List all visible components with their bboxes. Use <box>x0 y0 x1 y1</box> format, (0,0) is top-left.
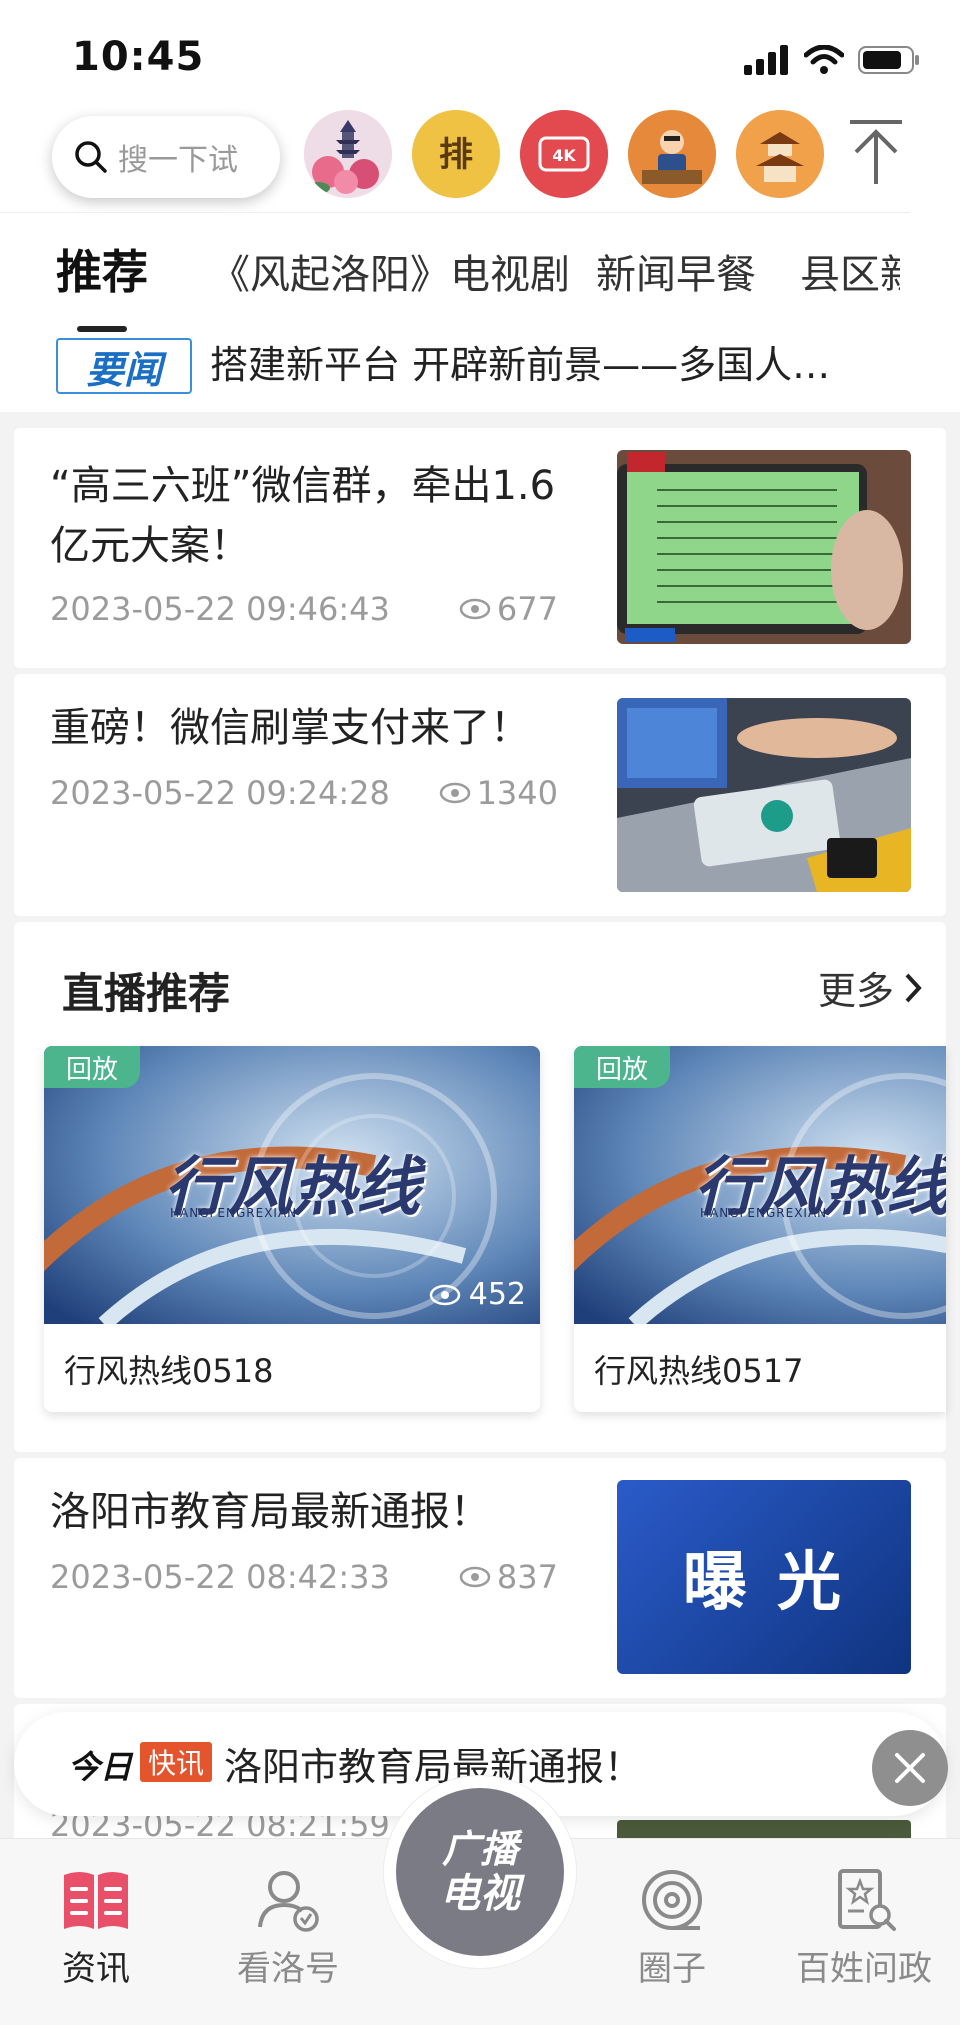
eye-icon <box>459 598 491 620</box>
live-thumb-subtitle: HANGFENGREXIAN <box>170 1206 298 1220</box>
news-thumbnail: 曝 光 <box>617 1480 911 1674</box>
search-box[interactable]: 搜一下试 <box>52 116 280 198</box>
news-title: 洛阳市教育局最新通报！ <box>50 1489 490 1535</box>
arrow-up-icon <box>850 120 902 184</box>
nav-public-affairs[interactable]: 百姓问政 <box>784 1867 944 1990</box>
nav-news[interactable]: 资讯 <box>16 1867 176 1990</box>
shortcut-pagoda[interactable] <box>304 110 392 198</box>
news-title: “高三六班”微信群，牵出1.6亿元大案！ <box>50 463 556 569</box>
header-divider <box>0 212 910 213</box>
eye-icon <box>439 782 470 804</box>
news-views: 837 <box>459 1558 558 1596</box>
status-time: 10:45 <box>72 34 205 80</box>
news-title: 重磅！微信刷掌支付来了！ <box>50 705 530 751</box>
shortcut-4k[interactable]: 4K <box>520 110 608 198</box>
live-card-title: 行风热线0518 <box>64 1352 274 1390</box>
radio-tv-line2: 电视 <box>440 1871 520 1917</box>
search-icon <box>75 141 107 173</box>
tab-fengqi-luoyang[interactable]: 《风起洛阳》电视剧 <box>210 242 570 300</box>
collapse-button[interactable] <box>846 118 906 188</box>
paihao-icon: 排 <box>412 110 500 198</box>
book-icon <box>64 1872 128 1929</box>
nav-circle-label: 圈子 <box>638 1949 706 1989</box>
live-section: 直播推荐 更多 行风热线 HANGFENGREXIAN 回放 452 行风热线0… <box>14 922 946 1452</box>
nav-kanluohao-label: 看洛号 <box>237 1949 339 1989</box>
news-thumb-text: 曝 光 <box>682 1546 846 1620</box>
search-placeholder: 搜一下试 <box>118 143 238 178</box>
news-thumbnail <box>617 450 911 644</box>
news-card[interactable]: “高三六班”微信群，牵出1.6亿元大案！ 2023-05-22 09:46:43… <box>14 428 946 668</box>
news-time: 2023-05-22 08:42:33 <box>50 1558 390 1596</box>
news-views: 1340 <box>439 774 558 812</box>
live-card[interactable]: 行风热线 HANGFENGREXIAN 回放 行风热线0517 <box>574 1046 946 1412</box>
nav-public-affairs-label: 百姓问政 <box>796 1949 932 1989</box>
news-card[interactable]: 洛阳市教育局最新通报！ 2023-05-22 08:42:33 837 曝 光 <box>14 1458 946 1698</box>
news-thumbnail <box>617 1820 911 1840</box>
battery-icon <box>858 46 919 74</box>
headline-badge: 要闻 <box>56 338 192 394</box>
shortcut-paihao[interactable]: 排 <box>412 110 500 198</box>
replay-tag: 回放 <box>44 1046 140 1088</box>
nav-news-label: 资讯 <box>62 1949 130 1989</box>
4k-icon: 4K <box>520 110 608 198</box>
live-thumbnail: 行风热线 HANGFENGREXIAN 回放 452 <box>44 1046 540 1324</box>
news-views: 677 <box>459 590 558 628</box>
live-more-label: 更多 <box>817 969 894 1013</box>
live-more-button[interactable]: 更多 <box>818 960 922 1015</box>
header: 10:45 搜一下试 排 4K 推荐 《风起洛阳》电视剧 新闻早餐 县区 要闻 … <box>0 0 960 412</box>
radio-tv-icon: 广播 电视 <box>396 1788 564 1956</box>
flash-close-button[interactable] <box>872 1730 948 1806</box>
replay-tag: 回放 <box>574 1046 670 1088</box>
shortcut-teacher[interactable] <box>628 110 716 198</box>
flash-text: 洛阳市教育局最新通报！ <box>224 1745 643 1789</box>
tab-county[interactable]: 县区新 <box>800 242 900 300</box>
news-card[interactable]: 重磅！微信刷掌支付来了！ 2023-05-22 09:24:28 1340 <box>14 674 946 916</box>
tab-active-indicator <box>77 326 127 332</box>
document-search-icon <box>838 1869 896 1931</box>
svg-text:4K: 4K <box>552 146 576 165</box>
signal-icon <box>744 45 788 75</box>
temple-icon <box>736 110 824 198</box>
wifi-icon <box>804 45 844 74</box>
live-section-title: 直播推荐 <box>62 969 231 1018</box>
tab-recommend[interactable]: 推荐 <box>56 236 148 302</box>
news-thumbnail <box>617 698 911 892</box>
teacher-icon <box>628 110 716 198</box>
live-card-title: 行风热线0517 <box>594 1352 804 1390</box>
live-thumb-subtitle: HANGFENGREXIAN <box>700 1206 828 1220</box>
news-views-count: 1340 <box>476 774 558 812</box>
news-time: 2023-05-22 09:24:28 <box>50 774 390 812</box>
live-views: 452 <box>429 1277 526 1312</box>
flash-today-label: 今日 <box>68 1748 133 1786</box>
news-views-count: 677 <box>496 590 558 628</box>
headline-text[interactable]: 搭建新平台 开辟新前景——多国人… <box>210 334 910 389</box>
eye-icon <box>429 1284 460 1305</box>
verified-user-icon <box>258 1871 319 1932</box>
svg-text:排: 排 <box>439 135 473 175</box>
nav-kanluohao[interactable]: 看洛号 <box>208 1867 368 1990</box>
live-card[interactable]: 行风热线 HANGFENGREXIAN 回放 452 行风热线0518 <box>44 1046 540 1412</box>
shortcut-temple[interactable] <box>736 110 824 198</box>
radio-tv-button[interactable]: 广播 电视 <box>384 1776 576 1968</box>
phone-screen-image <box>617 450 911 644</box>
pagoda-peony-icon <box>304 110 392 198</box>
eye-icon <box>459 1566 491 1588</box>
news-time: 2023-05-22 09:46:43 <box>50 590 390 628</box>
live-views-count: 452 <box>468 1277 526 1312</box>
radio-tv-line1: 广播 <box>441 1827 518 1871</box>
nav-circle[interactable]: 圈子 <box>592 1867 752 1990</box>
palm-pay-image <box>617 698 911 892</box>
channel-tabs: 推荐 《风起洛阳》电视剧 新闻早餐 县区新 <box>0 232 960 302</box>
chevron-right-icon <box>905 973 922 1002</box>
status-icons <box>744 42 920 78</box>
close-icon <box>895 1753 925 1783</box>
flash-badge: 快讯 <box>140 1742 213 1782</box>
news-views-count: 837 <box>496 1558 558 1596</box>
spiral-icon <box>642 1870 702 1930</box>
tab-news-breakfast[interactable]: 新闻早餐 <box>596 242 756 300</box>
live-thumbnail: 行风热线 HANGFENGREXIAN 回放 <box>574 1046 946 1324</box>
